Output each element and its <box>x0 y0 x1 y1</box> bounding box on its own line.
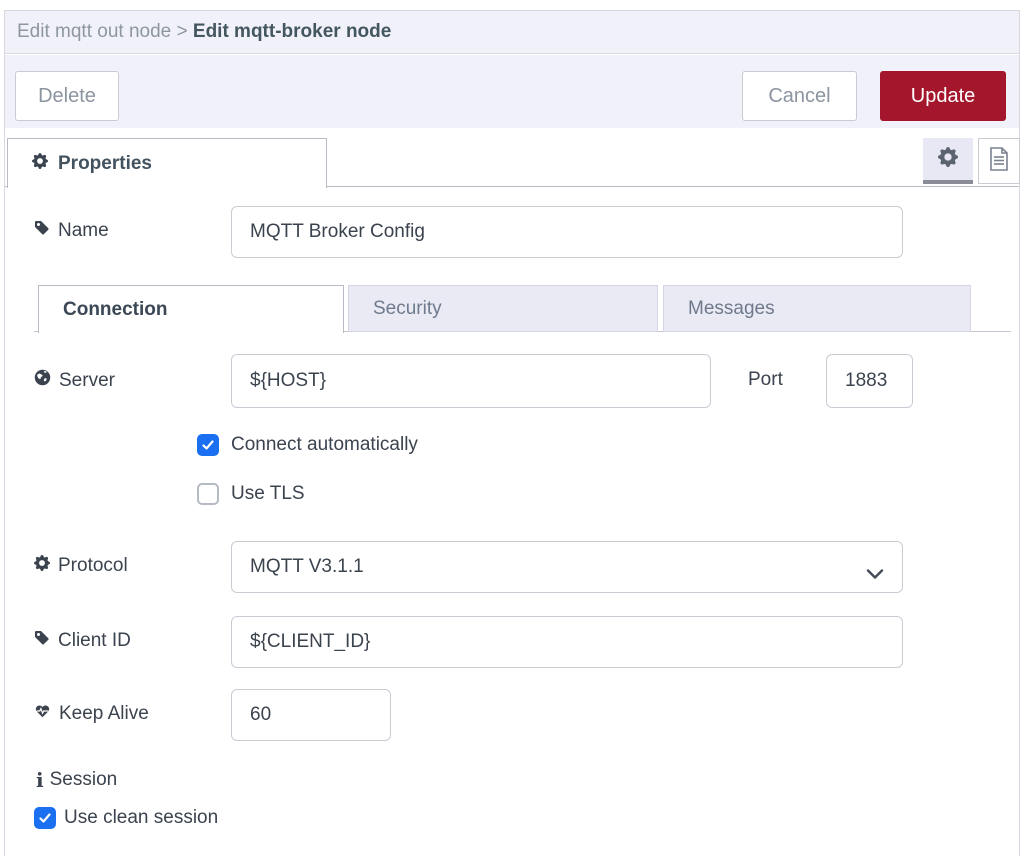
broker-tab-row: Connection Security Messages <box>34 285 1011 332</box>
name-row: Name <box>34 206 1014 258</box>
tag-icon <box>34 220 50 242</box>
use-tls-label[interactable]: Use TLS <box>231 483 305 505</box>
delete-button[interactable]: Delete <box>15 71 119 121</box>
document-icon <box>989 147 1009 176</box>
connect-auto-row: Connect automatically <box>197 434 418 456</box>
name-label: Name <box>34 220 109 242</box>
check-icon <box>201 438 215 452</box>
description-view-button[interactable] <box>978 138 1020 184</box>
globe-icon <box>34 369 51 392</box>
edit-node-dialog: Edit mqtt out node > Edit mqtt-broker no… <box>4 10 1020 856</box>
breadcrumb-parent[interactable]: Edit mqtt out node <box>17 21 171 42</box>
client-id-row: Client ID <box>34 616 1014 668</box>
clean-session-label[interactable]: Use clean session <box>64 807 218 829</box>
breadcrumb-current: Edit mqtt-broker node <box>193 21 391 42</box>
protocol-row: Protocol MQTT V3.1.1 <box>34 541 1014 593</box>
protocol-select[interactable]: MQTT V3.1.1 <box>231 541 903 593</box>
name-input[interactable] <box>231 206 903 258</box>
client-id-label: Client ID <box>34 630 131 652</box>
connect-auto-checkbox[interactable] <box>197 434 219 456</box>
cancel-button[interactable]: Cancel <box>742 71 857 121</box>
connect-auto-label[interactable]: Connect automatically <box>231 434 418 456</box>
tab-properties[interactable]: Properties <box>7 138 327 188</box>
update-button[interactable]: Update <box>880 71 1006 121</box>
keep-alive-row: Keep Alive <box>34 689 1014 741</box>
tab-connection[interactable]: Connection <box>38 285 344 333</box>
tab-messages[interactable]: Messages <box>663 285 971 332</box>
clean-session-checkbox[interactable] <box>34 807 56 829</box>
keep-alive-label: Keep Alive <box>34 703 149 725</box>
gear-icon <box>34 555 50 577</box>
protocol-label: Protocol <box>34 555 128 577</box>
port-input[interactable] <box>826 354 913 408</box>
use-tls-row: Use TLS <box>197 483 305 505</box>
gear-icon <box>32 153 48 175</box>
server-row: Server Port <box>34 354 1014 408</box>
clean-session-row: Use clean session <box>34 807 218 829</box>
gear-icon <box>938 147 958 172</box>
properties-view-button[interactable] <box>923 138 973 184</box>
use-tls-checkbox[interactable] <box>197 483 219 505</box>
client-id-input[interactable] <box>231 616 903 668</box>
heartbeat-icon <box>34 703 51 725</box>
check-icon <box>38 811 52 825</box>
breadcrumb-separator: > <box>177 21 193 42</box>
breadcrumb: Edit mqtt out node > Edit mqtt-broker no… <box>5 11 1019 54</box>
info-icon: i <box>36 768 44 792</box>
chevron-down-icon <box>866 563 884 585</box>
keep-alive-input[interactable] <box>231 689 391 741</box>
tab-properties-label: Properties <box>58 153 152 175</box>
tag-icon <box>34 630 50 652</box>
session-header: i Session <box>36 768 117 792</box>
server-input[interactable] <box>231 354 711 408</box>
server-label: Server <box>34 369 115 392</box>
tab-security[interactable]: Security <box>348 285 658 332</box>
port-label: Port <box>748 369 783 391</box>
dialog-button-bar: Delete Cancel Update <box>5 55 1019 128</box>
session-label: Session <box>50 769 118 791</box>
editor-tab-row: Properties <box>5 138 1019 187</box>
